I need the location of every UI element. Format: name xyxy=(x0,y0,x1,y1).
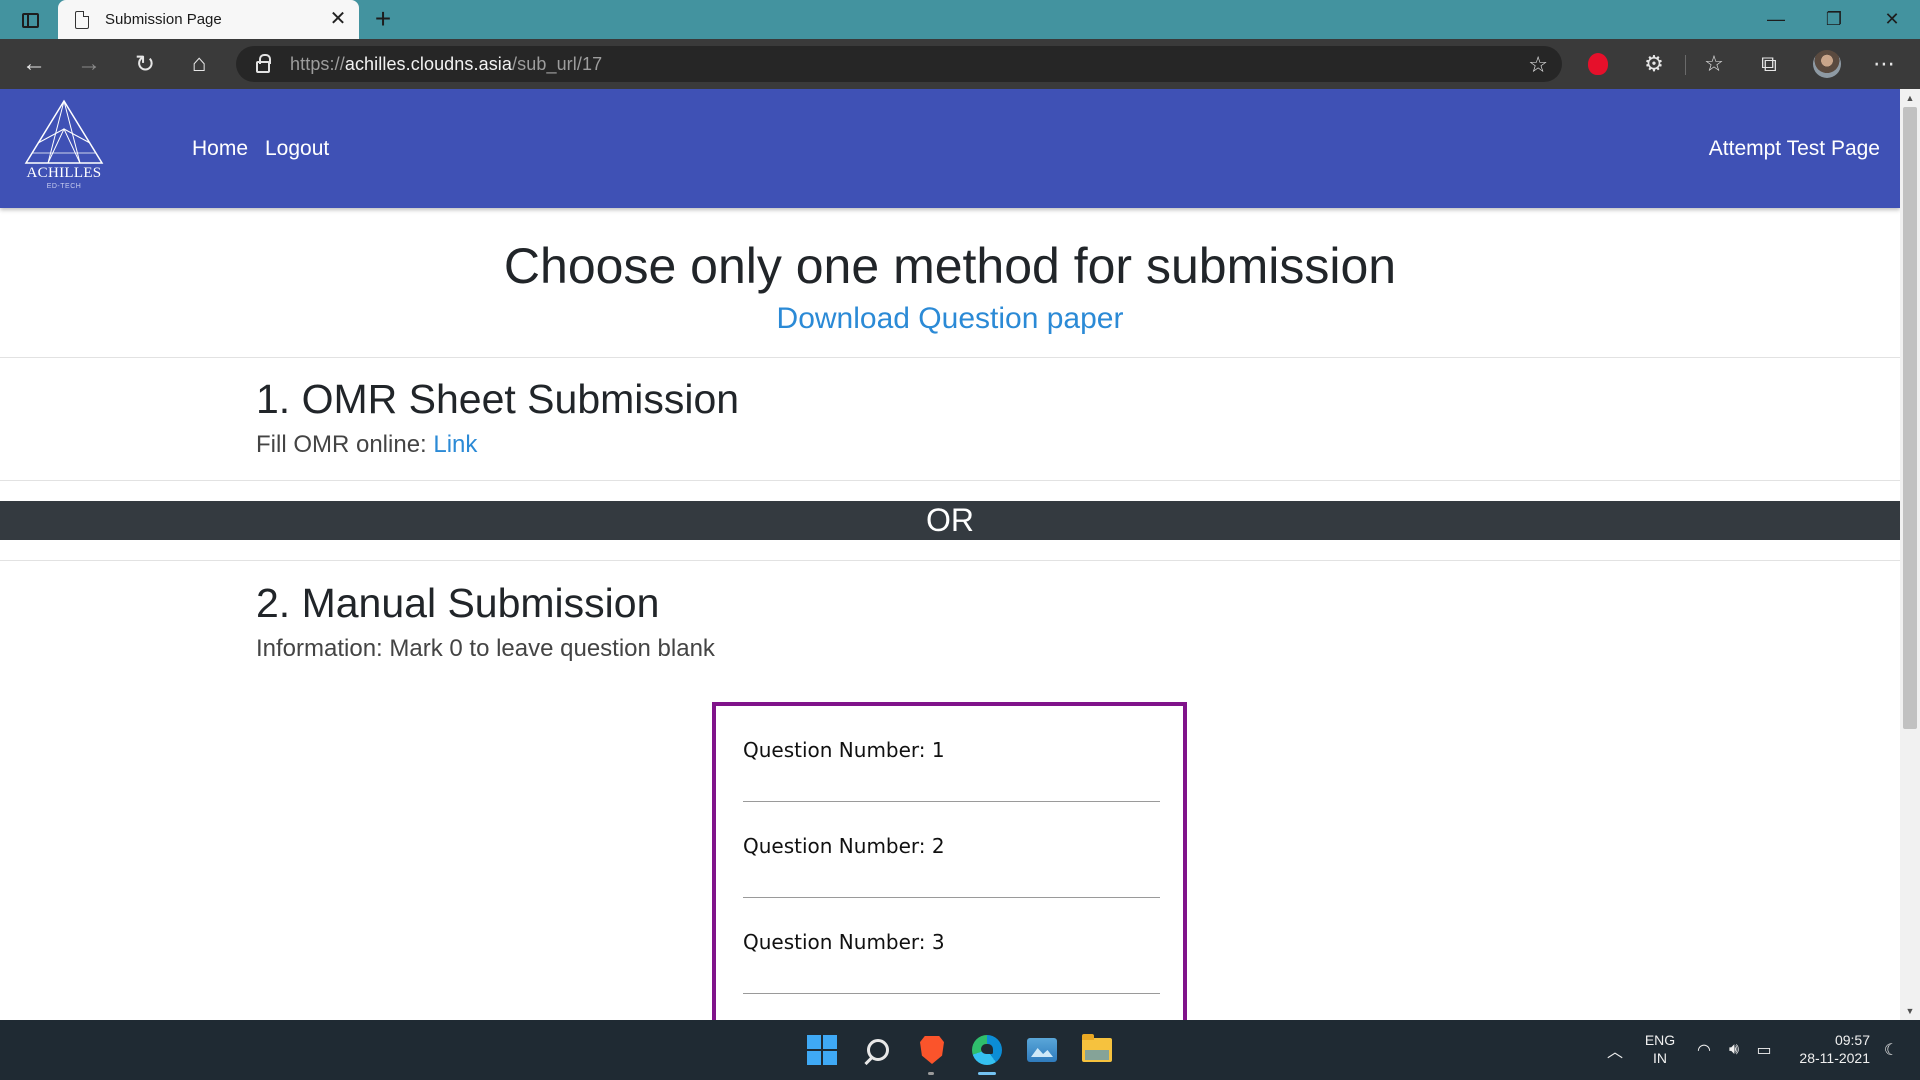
refresh-icon[interactable]: ↻ xyxy=(128,47,162,81)
close-tab-icon[interactable]: ✕ xyxy=(327,8,349,30)
omr-link[interactable]: Link xyxy=(433,431,477,458)
battery-icon[interactable]: ▭ xyxy=(1750,1020,1778,1080)
nav-logout[interactable]: Logout xyxy=(265,137,329,161)
achilles-logo[interactable]: ACHILLES ED-TECH xyxy=(22,99,106,199)
close-window-icon[interactable]: ✕ xyxy=(1864,0,1920,39)
clock[interactable]: 09:57 28-11-2021 xyxy=(1790,1031,1870,1067)
browser-tab-bar: Submission Page ✕ + — ❐ ✕ xyxy=(0,0,1920,39)
language-indicator[interactable]: ENG IN xyxy=(1640,1031,1680,1067)
edge-browser-icon[interactable] xyxy=(965,1028,1009,1072)
url-text: https://achilles.cloudns.asia/sub_url/17 xyxy=(290,53,603,74)
more-icon[interactable]: ⋯ xyxy=(1867,47,1901,81)
page-icon xyxy=(75,10,89,29)
collections-icon[interactable]: ⧉ xyxy=(1752,47,1786,81)
omr-section-title: 1. OMR Sheet Submission xyxy=(256,376,740,422)
logo-subtitle: ED-TECH xyxy=(46,183,82,190)
start-icon[interactable] xyxy=(800,1028,844,1072)
nav-attempt-test-page[interactable]: Attempt Test Page xyxy=(1709,137,1880,161)
question-item: Question Number: 2 xyxy=(743,802,1160,898)
wifi-icon[interactable]: ◠ xyxy=(1690,1020,1718,1080)
question-label: Question Number: 1 xyxy=(743,738,945,762)
extension-adblock-icon[interactable] xyxy=(1581,47,1615,81)
forward-icon[interactable]: → xyxy=(72,47,106,81)
lock-icon[interactable] xyxy=(256,53,271,73)
omr-section-text: Fill OMR online: Link xyxy=(256,431,478,458)
profile-avatar[interactable] xyxy=(1810,47,1844,81)
manual-section-title: 2. Manual Submission xyxy=(256,580,660,626)
question-label: Question Number: 3 xyxy=(743,930,945,954)
new-tab-icon[interactable]: + xyxy=(368,4,398,34)
browser-toolbar: ← → ↻ ⌂ https://achilles.cloudns.asia/su… xyxy=(0,39,1920,89)
or-separator: OR xyxy=(0,501,1900,540)
tab-actions-icon[interactable] xyxy=(12,6,48,34)
page-viewport: ACHILLES ED-TECH Home Logout Attempt Tes… xyxy=(0,89,1900,1020)
favorites-icon[interactable]: ☆ xyxy=(1697,47,1731,81)
back-icon[interactable]: ← xyxy=(17,47,51,81)
volume-icon[interactable]: 🔊︎ xyxy=(1720,1020,1748,1080)
question-item: Question Number: 3 xyxy=(743,898,1160,994)
restore-icon[interactable]: ❐ xyxy=(1806,0,1862,39)
divider xyxy=(0,560,1900,561)
search-icon[interactable] xyxy=(856,1028,900,1072)
add-favorite-icon[interactable]: ☆ xyxy=(1528,52,1548,78)
scrollbar-thumb[interactable] xyxy=(1903,107,1917,729)
divider xyxy=(0,357,1900,358)
toolbar-divider xyxy=(1685,55,1686,75)
taskbar xyxy=(0,1020,1920,1080)
minimize-icon[interactable]: — xyxy=(1748,0,1804,39)
question-item: Question Number: 1 xyxy=(743,706,1160,802)
page-title: Choose only one method for submission xyxy=(503,238,1397,294)
question-label: Question Number: 2 xyxy=(743,834,945,858)
manual-section-info: Information: Mark 0 to leave question bl… xyxy=(256,635,715,662)
browser-tab-active[interactable]: Submission Page ✕ xyxy=(58,0,359,39)
tab-title: Submission Page xyxy=(105,11,222,28)
scroll-down-icon[interactable]: ▼ xyxy=(1900,1003,1920,1019)
logo-name: ACHILLES xyxy=(26,165,102,181)
home-icon[interactable]: ⌂ xyxy=(182,47,216,81)
extensions-icon[interactable]: ⚙ xyxy=(1637,47,1671,81)
address-bar[interactable]: https://achilles.cloudns.asia/sub_url/17… xyxy=(236,46,1562,82)
show-hidden-icons[interactable]: ︿ xyxy=(1600,1020,1630,1080)
active-app-indicator xyxy=(978,1072,996,1075)
divider xyxy=(0,480,1900,481)
download-question-paper-link[interactable]: Download Question paper xyxy=(0,302,1900,336)
logo-triangle-icon xyxy=(24,99,104,164)
brave-browser-icon[interactable] xyxy=(910,1028,954,1072)
page-scrollbar[interactable]: ▲ ▼ xyxy=(1900,89,1920,1020)
running-indicator xyxy=(928,1072,934,1075)
photos-app-icon[interactable] xyxy=(1020,1028,1064,1072)
scroll-up-icon[interactable]: ▲ xyxy=(1900,90,1920,106)
notifications-icon[interactable]: ☾ xyxy=(1878,1020,1904,1080)
site-header: ACHILLES ED-TECH Home Logout Attempt Tes… xyxy=(0,89,1900,208)
file-explorer-icon[interactable] xyxy=(1075,1028,1119,1072)
nav-home[interactable]: Home xyxy=(192,137,248,161)
question-form: Question Number: 1 Question Number: 2 Qu… xyxy=(712,702,1187,1020)
